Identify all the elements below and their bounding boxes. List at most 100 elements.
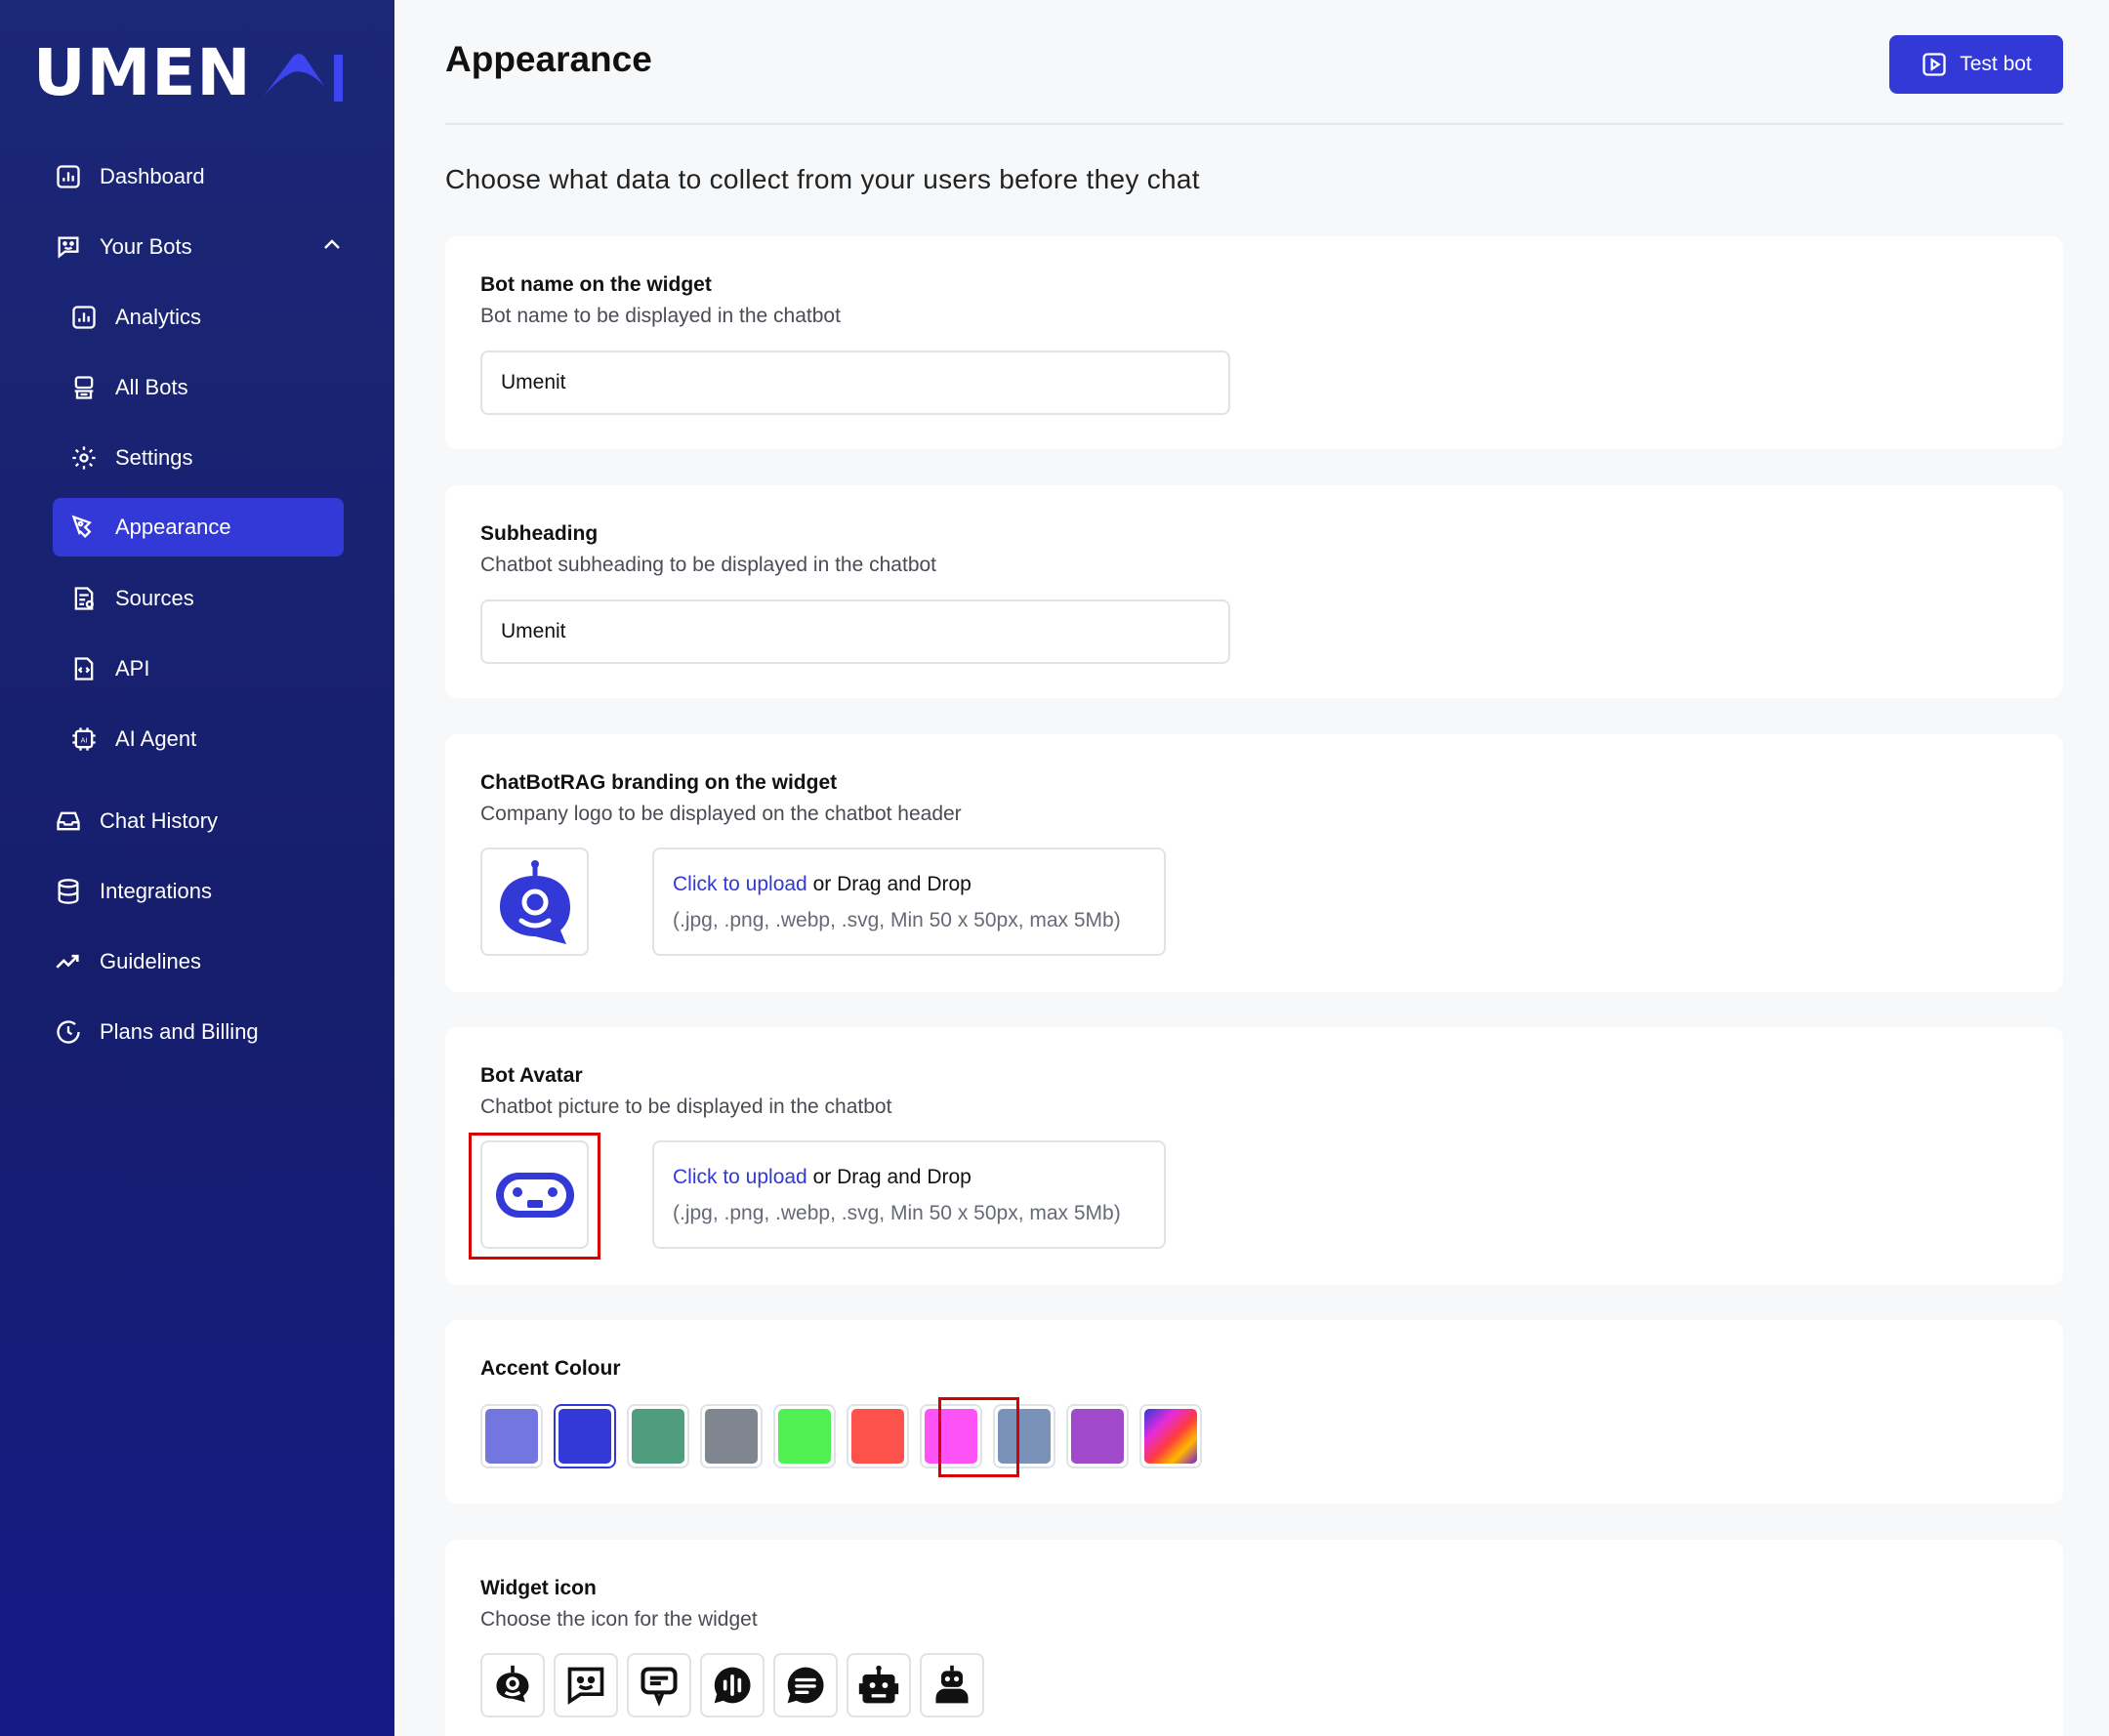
colour-swatch-purple[interactable] bbox=[1066, 1404, 1129, 1468]
logo-text: UMEN bbox=[33, 35, 252, 110]
sidebar-item-label: Plans and Billing bbox=[100, 1019, 259, 1044]
widget-icon-subtitle: Choose the icon for the widget bbox=[480, 1608, 758, 1631]
avatar-highlight-box bbox=[469, 1133, 600, 1260]
sidebar-item-analytics[interactable]: Analytics bbox=[53, 288, 344, 347]
gear-icon bbox=[68, 442, 100, 474]
branding-card: ChatBotRAG branding on the widget Compan… bbox=[445, 734, 2063, 992]
smile-chat-icon bbox=[567, 1667, 604, 1705]
upload-text: Click to upload or Drag and Drop bbox=[673, 873, 972, 896]
test-bot-label: Test bot bbox=[1960, 53, 2032, 75]
bot-face-bubble-icon bbox=[496, 1665, 529, 1703]
widget-option-bot-bubble[interactable] bbox=[480, 1653, 545, 1717]
sidebar-item-dashboard[interactable]: Dashboard bbox=[53, 147, 344, 206]
bot-name-card: Bot name on the widget Bot name to be di… bbox=[445, 236, 2063, 449]
widget-option-smile-chat[interactable] bbox=[554, 1653, 618, 1717]
bot-chat-icon bbox=[53, 231, 84, 263]
upload-hint: (.jpg, .png, .webp, .svg, Min 50 x 50px,… bbox=[673, 1202, 1121, 1224]
sidebar-item-all-bots[interactable]: All Bots bbox=[53, 358, 344, 417]
accent-highlight-box bbox=[938, 1397, 1019, 1477]
sidebar-item-label: Integrations bbox=[100, 879, 212, 903]
sidebar-item-label: Dashboard bbox=[100, 164, 205, 188]
sidebar-item-label: Your Bots bbox=[100, 234, 192, 259]
sidebar-item-label: Chat History bbox=[100, 808, 219, 833]
document-icon bbox=[68, 583, 100, 614]
play-icon bbox=[1921, 51, 1948, 78]
trend-icon bbox=[53, 946, 84, 977]
test-bot-button[interactable]: Test bot bbox=[1889, 35, 2063, 94]
svg-text:AI: AI bbox=[81, 737, 88, 745]
avatar-subtitle: Chatbot picture to be displayed in the c… bbox=[480, 1095, 892, 1118]
widget-option-message-lines[interactable] bbox=[773, 1653, 838, 1717]
sidebar-item-appearance[interactable]: Appearance bbox=[53, 498, 344, 557]
sidebar-item-label: Sources bbox=[115, 586, 194, 610]
colour-swatch-green[interactable] bbox=[627, 1404, 689, 1468]
bot-name-subtitle: Bot name to be displayed in the chatbot bbox=[480, 305, 841, 327]
branding-title: ChatBotRAG branding on the widget bbox=[480, 771, 838, 794]
click-to-upload-link[interactable]: Click to upload bbox=[673, 873, 807, 895]
sidebar-item-settings[interactable]: Settings bbox=[53, 429, 344, 487]
subheading-input[interactable]: Umenit bbox=[480, 599, 1230, 664]
sidebar: UMEN Dashboard Your Bots Analytics All B… bbox=[0, 0, 394, 1736]
database-icon bbox=[53, 876, 84, 907]
colour-swatch-lavender[interactable] bbox=[480, 1404, 543, 1468]
robot-head-icon bbox=[858, 1665, 899, 1704]
avatar-upload-dropzone[interactable]: Click to upload or Drag and Drop (.jpg, … bbox=[652, 1140, 1166, 1249]
sidebar-item-integrations[interactable]: Integrations bbox=[53, 862, 344, 921]
accent-colour-title: Accent Colour bbox=[480, 1357, 621, 1380]
sidebar-item-sources[interactable]: Sources bbox=[53, 569, 344, 628]
sidebar-item-api[interactable]: API bbox=[53, 640, 344, 698]
chevron-up-icon[interactable] bbox=[320, 233, 344, 263]
sidebar-item-label: AI Agent bbox=[115, 726, 197, 751]
widget-option-robot-head[interactable] bbox=[847, 1653, 911, 1717]
pen-icon bbox=[68, 512, 100, 543]
sidebar-item-label: All Bots bbox=[115, 375, 188, 399]
code-file-icon bbox=[68, 653, 100, 684]
robot-icon bbox=[68, 372, 100, 403]
colour-swatch-lime[interactable] bbox=[773, 1404, 836, 1468]
clock-icon bbox=[53, 1016, 84, 1048]
colour-swatch-red[interactable] bbox=[847, 1404, 909, 1468]
chip-icon: AI bbox=[68, 723, 100, 755]
chart-icon bbox=[53, 161, 84, 192]
message-lines-icon bbox=[787, 1667, 824, 1704]
bot-name-input[interactable]: Umenit bbox=[480, 351, 1230, 415]
sidebar-item-chat-history[interactable]: Chat History bbox=[53, 792, 344, 850]
bot-name-title: Bot name on the widget bbox=[480, 273, 712, 296]
drag-drop-text: or Drag and Drop bbox=[806, 1166, 972, 1188]
subheading-title: Subheading bbox=[480, 522, 599, 545]
chat-screen-icon bbox=[641, 1667, 678, 1707]
branding-subtitle: Company logo to be displayed on the chat… bbox=[480, 803, 962, 825]
widget-option-robot-bust[interactable] bbox=[920, 1653, 984, 1717]
widget-icon-title: Widget icon bbox=[480, 1577, 597, 1599]
sidebar-item-your-bots[interactable]: Your Bots bbox=[53, 218, 344, 276]
main-content: Appearance Test bot Choose what data to … bbox=[394, 0, 2109, 1736]
widget-option-chat-screen[interactable] bbox=[627, 1653, 691, 1717]
header-divider bbox=[445, 123, 2063, 125]
branding-upload-dropzone[interactable]: Click to upload or Drag and Drop (.jpg, … bbox=[652, 847, 1166, 956]
inbox-icon bbox=[53, 806, 84, 837]
branding-logo-preview[interactable] bbox=[480, 847, 589, 956]
brand-logo[interactable]: UMEN bbox=[33, 37, 350, 105]
upload-text: Click to upload or Drag and Drop bbox=[673, 1166, 972, 1189]
intro-text: Choose what data to collect from your us… bbox=[445, 164, 1200, 194]
sidebar-item-label: Settings bbox=[115, 445, 193, 470]
voice-bubble-icon bbox=[714, 1667, 751, 1704]
colour-swatch-grey[interactable] bbox=[700, 1404, 763, 1468]
sidebar-item-label: Guidelines bbox=[100, 949, 201, 973]
upload-hint: (.jpg, .png, .webp, .svg, Min 50 x 50px,… bbox=[673, 909, 1121, 931]
sidebar-item-plans-billing[interactable]: Plans and Billing bbox=[53, 1003, 344, 1061]
colour-swatch-blue-selected[interactable] bbox=[554, 1404, 616, 1468]
sidebar-item-ai-agent[interactable]: AI AI Agent bbox=[53, 710, 344, 768]
robot-bust-icon bbox=[935, 1665, 969, 1704]
sidebar-item-guidelines[interactable]: Guidelines bbox=[53, 932, 344, 991]
sidebar-item-label: Appearance bbox=[115, 515, 231, 539]
click-to-upload-link[interactable]: Click to upload bbox=[673, 1166, 807, 1188]
bot-logo-icon bbox=[499, 859, 570, 944]
colour-swatch-gradient[interactable] bbox=[1139, 1404, 1202, 1468]
logo-ai-mark bbox=[259, 54, 343, 102]
sidebar-item-label: API bbox=[115, 656, 150, 681]
subheading-subtitle: Chatbot subheading to be displayed in th… bbox=[480, 554, 937, 576]
drag-drop-text: or Drag and Drop bbox=[806, 873, 972, 895]
subheading-card: Subheading Chatbot subheading to be disp… bbox=[445, 485, 2063, 698]
widget-option-voice-bubble[interactable] bbox=[700, 1653, 765, 1717]
